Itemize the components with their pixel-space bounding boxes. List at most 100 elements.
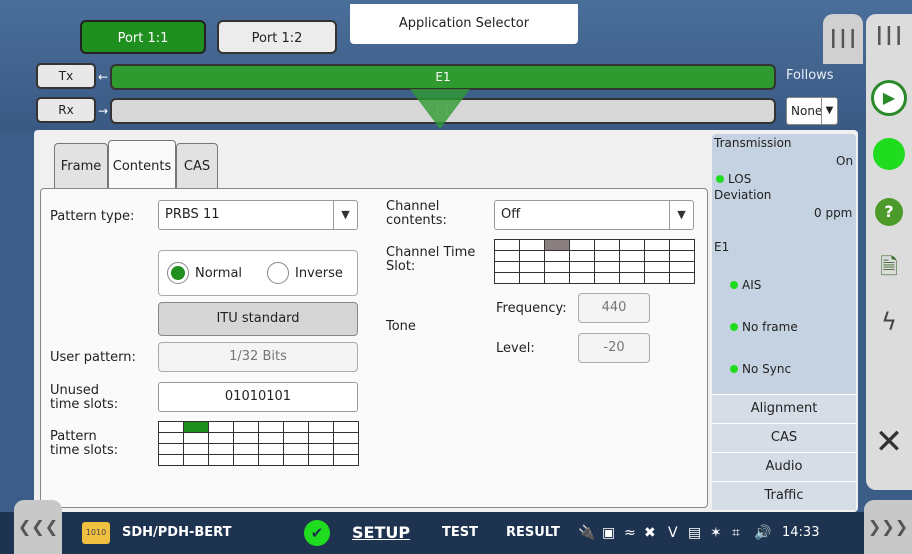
- slot-cell[interactable]: [283, 454, 309, 466]
- start-test-button[interactable]: ▶: [866, 76, 912, 120]
- slot-cell[interactable]: [619, 250, 645, 262]
- audio-button[interactable]: Audio: [712, 452, 856, 481]
- slot-cell[interactable]: [494, 239, 520, 251]
- collapse-left-icon[interactable]: ❮❮❮: [14, 500, 62, 554]
- global-status-led[interactable]: [866, 132, 912, 176]
- traffic-button[interactable]: Traffic: [712, 481, 856, 510]
- slot-cell[interactable]: [233, 454, 259, 466]
- unused-time-slots-input[interactable]: 01010101: [158, 382, 358, 412]
- slot-cell[interactable]: [569, 250, 595, 262]
- slot-cell[interactable]: [333, 432, 359, 444]
- itu-standard-button[interactable]: ITU standard: [158, 302, 358, 336]
- slot-cell[interactable]: [333, 443, 359, 455]
- slot-cell[interactable]: [233, 421, 259, 433]
- alignment-button[interactable]: Alignment: [712, 394, 856, 423]
- slot-cell[interactable]: [669, 272, 695, 284]
- slot-cell[interactable]: [333, 421, 359, 433]
- slot-cell[interactable]: [644, 261, 670, 273]
- slot-cell[interactable]: [494, 261, 520, 273]
- tab-frame[interactable]: Frame: [54, 143, 108, 189]
- slot-cell[interactable]: [158, 432, 184, 444]
- test-tab[interactable]: TEST: [442, 512, 478, 554]
- slot-cell[interactable]: [669, 261, 695, 273]
- pattern-time-slots-grid[interactable]: [158, 421, 359, 466]
- channel-time-slot-grid[interactable]: [494, 239, 695, 284]
- slot-cell[interactable]: [158, 454, 184, 466]
- slot-cell[interactable]: [158, 443, 184, 455]
- slot-cell[interactable]: [569, 261, 595, 273]
- slot-cell[interactable]: [333, 454, 359, 466]
- slot-cell[interactable]: [594, 239, 620, 251]
- slot-cell[interactable]: [519, 239, 545, 251]
- slot-cell[interactable]: [544, 261, 570, 273]
- slot-cell[interactable]: [208, 432, 234, 444]
- slot-cell[interactable]: [258, 454, 284, 466]
- slot-cell[interactable]: [494, 272, 520, 284]
- slot-cell[interactable]: [183, 443, 209, 455]
- slot-cell[interactable]: [183, 454, 209, 466]
- slot-cell[interactable]: [258, 432, 284, 444]
- slot-cell-selected[interactable]: [544, 239, 570, 251]
- menu-handle-icon[interactable]: ┃┃┃: [866, 14, 912, 58]
- slot-cell[interactable]: [619, 261, 645, 273]
- slot-cell[interactable]: [619, 272, 645, 284]
- pattern-type-select[interactable]: PRBS 11 ▼: [158, 200, 358, 230]
- inject-button[interactable]: ϟ: [866, 300, 912, 344]
- slot-cell[interactable]: [644, 239, 670, 251]
- slot-cell[interactable]: [669, 250, 695, 262]
- slot-cell[interactable]: [569, 272, 595, 284]
- tx-button[interactable]: Tx: [36, 63, 96, 89]
- slot-cell[interactable]: [644, 250, 670, 262]
- slot-cell[interactable]: [208, 454, 234, 466]
- port-tab-1[interactable]: Port 1:1: [80, 20, 206, 54]
- tab-contents[interactable]: Contents: [108, 140, 176, 190]
- slot-cell[interactable]: [544, 250, 570, 262]
- slot-cell[interactable]: [619, 239, 645, 251]
- inverse-radio[interactable]: [267, 262, 289, 284]
- port-tab-2[interactable]: Port 1:2: [217, 20, 337, 54]
- app-binary-icon[interactable]: 1010: [82, 522, 110, 544]
- slot-cell[interactable]: [544, 272, 570, 284]
- channel-contents-select[interactable]: Off ▼: [494, 200, 694, 230]
- slot-cell-selected[interactable]: [183, 421, 209, 433]
- slot-cell[interactable]: [258, 421, 284, 433]
- slot-cell[interactable]: [208, 443, 234, 455]
- application-selector-tab[interactable]: Application Selector: [350, 4, 578, 44]
- slot-cell[interactable]: [519, 250, 545, 262]
- slot-cell[interactable]: [233, 443, 259, 455]
- panel-handle-icon[interactable]: ┃┃┃: [823, 14, 863, 64]
- setup-tab[interactable]: SETUP: [352, 512, 410, 554]
- slot-cell[interactable]: [258, 443, 284, 455]
- slot-cell[interactable]: [594, 261, 620, 273]
- help-button[interactable]: ?: [866, 190, 912, 234]
- result-tab[interactable]: RESULT: [506, 512, 560, 554]
- collapse-right-icon[interactable]: ❯❯❯: [864, 500, 912, 554]
- slot-cell[interactable]: [283, 432, 309, 444]
- slot-cell[interactable]: [308, 421, 334, 433]
- slot-cell[interactable]: [494, 250, 520, 262]
- rx-button[interactable]: Rx: [36, 97, 96, 123]
- exit-button[interactable]: ✕: [866, 420, 912, 464]
- slot-cell[interactable]: [519, 272, 545, 284]
- cas-button[interactable]: CAS: [712, 423, 856, 452]
- slot-cell[interactable]: [308, 432, 334, 444]
- normal-radio[interactable]: [167, 262, 189, 284]
- slot-cell[interactable]: [283, 421, 309, 433]
- tx-signal-bar[interactable]: E1: [110, 64, 776, 90]
- follows-select[interactable]: None ▼: [786, 97, 838, 125]
- slot-cell[interactable]: [308, 443, 334, 455]
- slot-cell[interactable]: [594, 272, 620, 284]
- slot-cell[interactable]: [158, 421, 184, 433]
- slot-cell[interactable]: [519, 261, 545, 273]
- report-button[interactable]: 🗎: [866, 246, 912, 290]
- slot-cell[interactable]: [594, 250, 620, 262]
- slot-cell[interactable]: [669, 239, 695, 251]
- slot-cell[interactable]: [208, 421, 234, 433]
- slot-cell[interactable]: [233, 432, 259, 444]
- slot-cell[interactable]: [569, 239, 595, 251]
- slot-cell[interactable]: [308, 454, 334, 466]
- slot-cell[interactable]: [644, 272, 670, 284]
- tab-cas[interactable]: CAS: [176, 143, 218, 189]
- slot-cell[interactable]: [183, 432, 209, 444]
- slot-cell[interactable]: [283, 443, 309, 455]
